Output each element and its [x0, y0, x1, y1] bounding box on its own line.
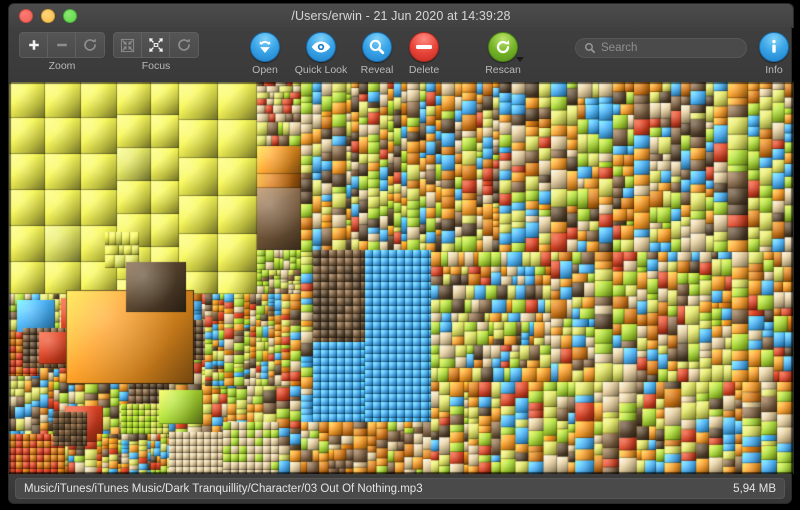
window-titlebar: /Users/erwin - 21 Jun 2020 at 14:39:28 [8, 3, 794, 28]
open-down-arrows-icon[interactable] [250, 32, 280, 62]
minimize-button[interactable] [41, 9, 55, 23]
delete-action[interactable]: Delete [400, 32, 448, 76]
magnifier-icon[interactable] [362, 32, 392, 62]
window-title: /Users/erwin - 21 Jun 2020 at 14:39:28 [291, 9, 511, 23]
zoom-out-button[interactable] [48, 33, 76, 57]
zoom-in-button[interactable] [20, 33, 48, 57]
open-action[interactable]: Open [243, 32, 287, 76]
focus-expand-button[interactable] [142, 33, 170, 57]
focus-collapse-button[interactable] [114, 33, 142, 57]
delete-label: Delete [408, 64, 440, 76]
search-icon [585, 43, 596, 54]
maximize-button[interactable] [63, 9, 77, 23]
zoom-group-label: Zoom [48, 60, 76, 72]
app-window: /Users/erwin - 21 Jun 2020 at 14:39:28 Z… [0, 0, 800, 510]
zoom-reset-button[interactable] [76, 33, 104, 57]
info-icon[interactable] [759, 32, 789, 62]
focus-segmented-control[interactable] [113, 32, 199, 58]
rescan-label: Rescan [485, 64, 521, 76]
focus-group: Focus [113, 32, 199, 72]
treemap-view[interactable] [8, 82, 794, 474]
info-label: Info [765, 64, 783, 76]
quick-look-label: Quick Look [294, 64, 348, 76]
refresh-circular-arrow-icon[interactable] [488, 32, 524, 62]
zoom-segmented-control[interactable] [19, 32, 105, 58]
rescan-action[interactable]: Rescan [477, 32, 529, 76]
search-field[interactable] [575, 38, 747, 58]
traffic-lights [19, 9, 77, 23]
minus-circle-icon[interactable] [409, 32, 439, 62]
focus-group-label: Focus [141, 60, 171, 72]
open-label: Open [252, 64, 278, 76]
rescan-dropdown-caret[interactable] [516, 57, 524, 62]
focus-reset-button[interactable] [170, 33, 198, 57]
search-input[interactable] [601, 42, 738, 54]
statusbar: Music/iTunes/iTunes Music/Dark Tranquill… [8, 474, 792, 504]
selected-file-path: Music/iTunes/iTunes Music/Dark Tranquill… [24, 482, 423, 495]
zoom-group: Zoom [19, 32, 105, 72]
disk-usage-treemap[interactable] [9, 82, 793, 474]
selected-file-size: 5,94 MB [733, 482, 776, 495]
selected-file-info: Music/iTunes/iTunes Music/Dark Tranquill… [15, 478, 785, 499]
reveal-action[interactable]: Reveal [353, 32, 401, 76]
quick-look-action[interactable]: Quick Look [290, 32, 352, 76]
info-action[interactable]: Info [755, 32, 793, 76]
toolbar: Zoom Focus Open Quick Look Reveal Delete… [8, 27, 792, 82]
eye-icon[interactable] [306, 32, 336, 62]
close-button[interactable] [19, 9, 33, 23]
reveal-label: Reveal [360, 64, 394, 76]
